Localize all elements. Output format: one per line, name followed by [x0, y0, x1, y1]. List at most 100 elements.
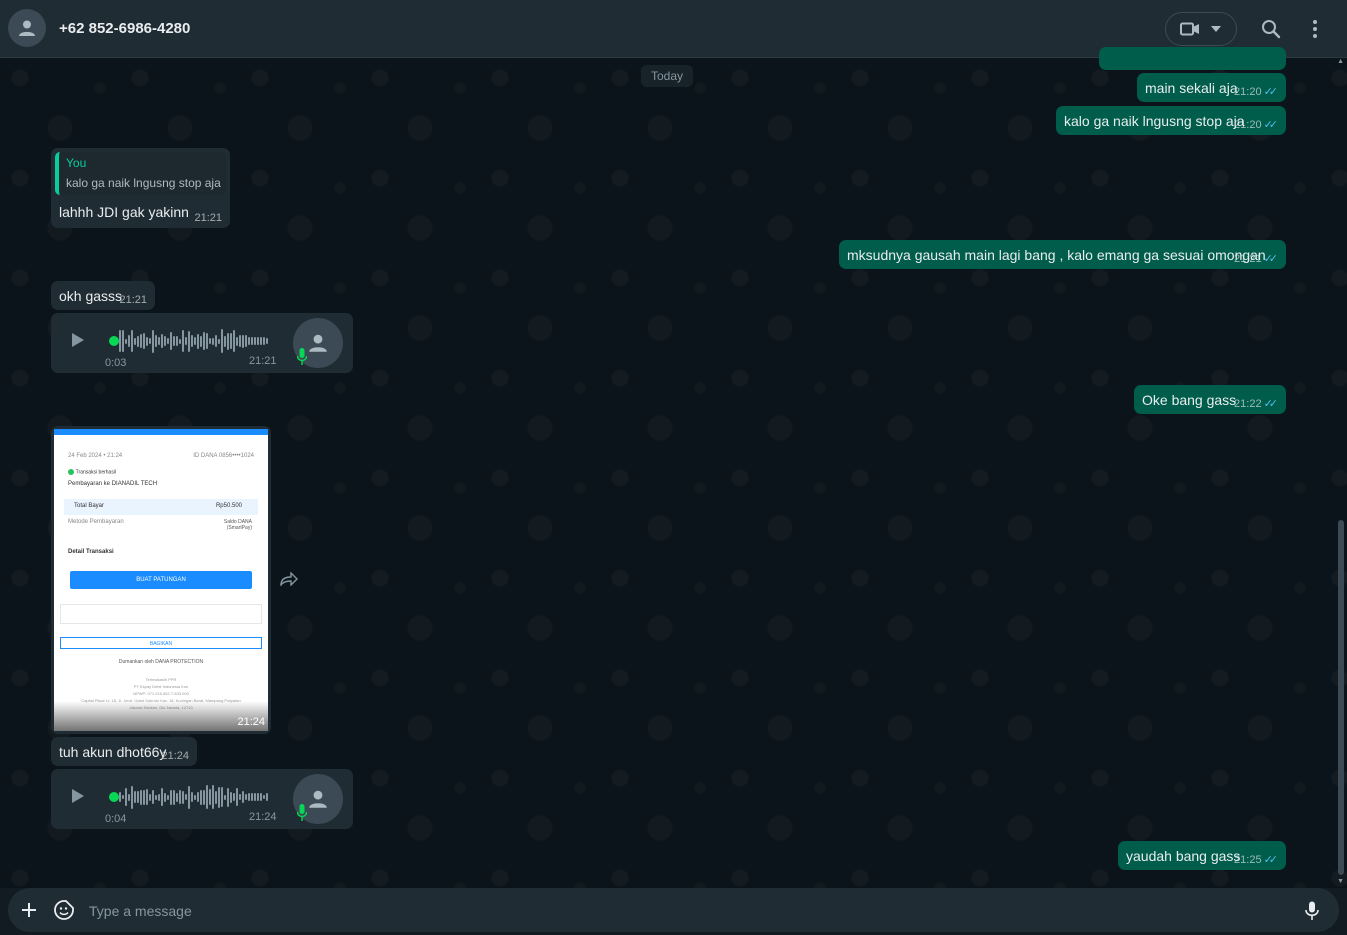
waveform-bar — [263, 795, 265, 799]
chevron-down-icon — [1211, 26, 1221, 32]
waveform-bar — [164, 336, 166, 346]
waveform-bar — [158, 793, 160, 801]
waveform-bar — [122, 330, 124, 352]
waveform-bar — [251, 337, 253, 345]
message-time: 21:21 — [119, 294, 147, 306]
forward-icon[interactable] — [280, 572, 298, 586]
message-bubble-partial[interactable] — [1099, 47, 1286, 70]
waveform-bar — [146, 336, 148, 346]
message-bubble-outgoing[interactable]: kalo ga naik lngusng stop aja 21:20 ✓✓ — [1056, 106, 1286, 135]
waveform-bar — [128, 793, 130, 801]
waveform-bar — [173, 336, 175, 346]
playback-position-dot[interactable] — [109, 336, 119, 346]
message-input-bar[interactable]: Type a message — [8, 888, 1339, 932]
voice-duration: 0:04 — [105, 813, 127, 825]
waveform-bar — [131, 785, 133, 809]
emoji-sticker-icon[interactable] — [54, 900, 74, 920]
double-check-icon: ✓✓ — [1263, 253, 1279, 265]
receipt-screenshot[interactable]: 24 Feb 2024 • 21:24 ID DANA 0856••••1024 … — [54, 429, 268, 731]
microphone-icon[interactable] — [1305, 901, 1319, 921]
message-time: 21:24 — [237, 716, 265, 728]
plus-icon[interactable] — [20, 901, 38, 919]
waveform-bar — [215, 790, 217, 804]
message-time: 21:22 — [1234, 397, 1262, 410]
play-icon[interactable] — [71, 788, 85, 804]
waveform-bar — [212, 337, 214, 345]
waveform-bar — [137, 791, 139, 803]
message-bubble-outgoing[interactable]: main sekali aja 21:20 ✓✓ — [1137, 73, 1286, 102]
waveform-bar — [191, 335, 193, 347]
receipt-footer-line: PT Espay Debit Indonesia Koe — [133, 684, 189, 689]
waveform-bar — [266, 793, 268, 801]
voice-message[interactable]: 0:04 21:24 — [51, 769, 353, 829]
waveform-bar — [185, 337, 187, 345]
waveform-bar — [194, 794, 196, 800]
voice-message[interactable]: 0:03 21:21 — [51, 313, 353, 373]
play-icon[interactable] — [71, 332, 85, 348]
waveform-bar — [152, 790, 154, 804]
receipt-footer-line: NPWP: 071.216.552.7-633.000 — [133, 691, 189, 696]
playback-position-dot[interactable] — [109, 792, 119, 802]
kebab-menu-icon[interactable] — [1307, 19, 1323, 39]
audio-waveform[interactable] — [119, 784, 271, 810]
waveform-bar — [266, 338, 268, 344]
scroll-down-arrow[interactable]: ▼ — [1337, 878, 1344, 885]
waveform-bar — [236, 788, 238, 806]
waveform-bar — [155, 794, 157, 800]
video-call-button[interactable] — [1165, 12, 1237, 46]
double-check-icon: ✓✓ — [1263, 854, 1279, 866]
message-bubble-outgoing[interactable]: Oke bang gass 21:22 ✓✓ — [1134, 385, 1286, 414]
receipt-date: 24 Feb 2024 • 21:24 — [68, 453, 123, 459]
waveform-bar — [233, 793, 235, 801]
waveform-bar — [239, 335, 241, 347]
message-time: 21:24 — [249, 811, 277, 823]
message-input-placeholder[interactable]: Type a message — [89, 903, 192, 919]
waveform-bar — [197, 333, 199, 349]
image-message[interactable]: 24 Feb 2024 • 21:24 ID DANA 0856••••1024 … — [51, 426, 271, 734]
waveform-bar — [170, 789, 172, 805]
waveform-bar — [149, 793, 151, 801]
waveform-bar — [176, 336, 178, 346]
waveform-bar — [221, 787, 223, 807]
waveform-bar — [188, 785, 190, 809]
waveform-bar — [260, 793, 262, 801]
waveform-bar — [125, 788, 127, 806]
message-text: lahhh JDI gak yakinn — [59, 204, 189, 220]
message-bubble-incoming-reply[interactable]: You kalo ga naik lngusng stop aja lahhh … — [51, 148, 230, 228]
scroll-up-arrow[interactable]: ▲ — [1337, 58, 1344, 65]
quoted-message[interactable]: You kalo ga naik lngusng stop aja — [55, 152, 226, 195]
receipt-top-bar — [54, 429, 268, 435]
waveform-bar — [218, 338, 220, 344]
waveform-bar — [215, 335, 217, 347]
waveform-bar — [194, 337, 196, 345]
message-composer: Type a message — [0, 888, 1347, 935]
receipt-method-value: Saldo DANA (SmartPay) — [223, 519, 252, 531]
double-check-icon: ✓✓ — [1263, 398, 1279, 410]
waveform-bar — [245, 335, 247, 347]
waveform-bar — [209, 789, 211, 805]
message-bubble-incoming[interactable]: tuh akun dhot66y 21:24 — [51, 737, 197, 766]
message-time: 21:25 — [1234, 853, 1262, 866]
chat-scrollbar[interactable] — [1338, 520, 1344, 875]
message-bubble-outgoing[interactable]: yaudah bang gass 21:25 ✓✓ — [1118, 841, 1286, 870]
waveform-bar — [167, 794, 169, 800]
waveform-bar — [164, 792, 166, 802]
waveform-bar — [140, 789, 142, 805]
message-time: 21:20 — [1234, 118, 1262, 131]
contact-name[interactable]: +62 852-6986-4280 — [59, 20, 190, 37]
audio-waveform[interactable] — [119, 328, 271, 354]
waveform-bar — [161, 788, 163, 806]
waveform-bar — [179, 338, 181, 344]
waveform-bar — [242, 791, 244, 803]
search-icon[interactable] — [1261, 19, 1281, 39]
image-time-overlay — [54, 701, 268, 731]
contact-avatar[interactable] — [8, 9, 46, 47]
microphone-icon — [297, 348, 307, 365]
message-bubble-incoming[interactable]: okh gasss 21:21 — [51, 281, 155, 310]
waveform-bar — [176, 792, 178, 802]
waveform-bar — [119, 792, 121, 802]
waveform-bar — [227, 787, 229, 807]
waveform-bar — [197, 792, 199, 802]
message-bubble-outgoing[interactable]: mksudnya gausah main lagi bang , kalo em… — [839, 240, 1286, 269]
message-text: tuh akun dhot66y — [59, 744, 167, 760]
